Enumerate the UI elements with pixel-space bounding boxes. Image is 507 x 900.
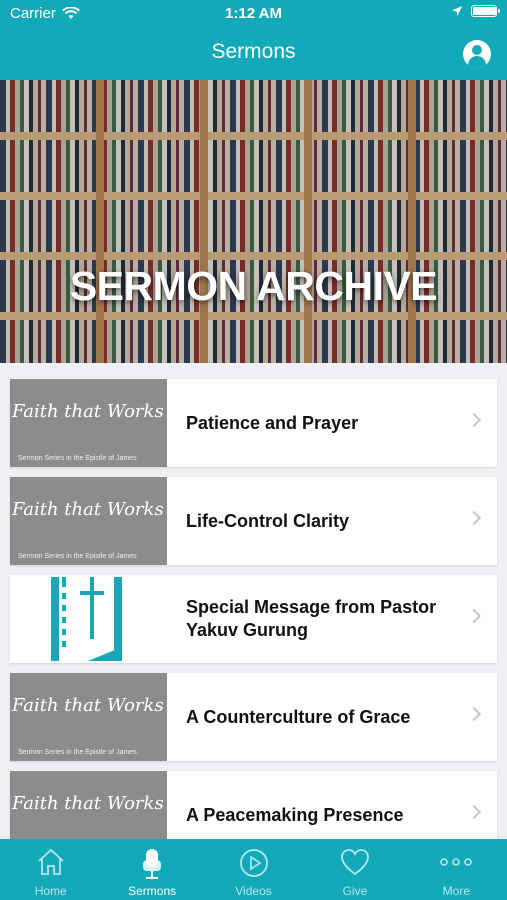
series-thumbnail: Faith that Works Sermon Series in the Ep… [10, 673, 167, 761]
more-icon [440, 858, 473, 866]
home-icon [38, 848, 64, 875]
status-time: 1:12 AM [225, 5, 282, 22]
sermon-item[interactable]: Faith that Works Sermon Series in the Ep… [10, 379, 497, 467]
play-icon [239, 849, 268, 877]
tab-label: Sermons [128, 884, 177, 898]
tab-give[interactable]: Give [304, 839, 405, 900]
sermon-title: Life-Control Clarity [186, 510, 350, 531]
sermon-title: Special Message from Pastor Yakuv Gurung [186, 597, 437, 640]
tab-bar: Home Sermons Videos Give More [0, 839, 507, 900]
sermon-item[interactable]: Special Message from Pastor Yakuv Gurung [10, 575, 497, 663]
series-thumbnail: Faith that Works Sermon Series in the Ep… [10, 379, 167, 467]
hero-title: SERMON ARCHIVE [69, 263, 438, 309]
chevron-right-icon [466, 804, 482, 820]
top-bar: Carrier 1:12 AM Sermons [0, 0, 507, 80]
tab-home[interactable]: Home [0, 839, 101, 900]
series-thumbnail: Faith that Works Sermon Series in the Ep… [10, 477, 167, 565]
status-right [451, 5, 500, 17]
church-logo-thumbnail [10, 575, 167, 663]
chevron-right-icon [466, 608, 482, 624]
sermon-item[interactable]: Faith that Works Sermon Series in the Ep… [10, 673, 497, 761]
sermon-item[interactable]: Faith that Works Sermon Series in the Ep… [10, 477, 497, 565]
chevron-right-icon [466, 412, 482, 428]
location-arrow-icon [452, 6, 462, 16]
hero-banner: SERMON ARCHIVE [0, 80, 507, 363]
battery-icon [471, 5, 500, 17]
sermon-title: Patience and Prayer [186, 412, 359, 433]
microphone-icon [143, 849, 162, 879]
tab-sermons[interactable]: Sermons [101, 839, 202, 900]
sermon-list: Faith that Works Sermon Series in the Ep… [10, 379, 497, 869]
church-logo-icon [51, 577, 122, 661]
status-bar: Carrier 1:12 AM [0, 0, 507, 28]
tab-label: More [442, 884, 470, 898]
tab-label: Videos [235, 884, 272, 898]
heart-icon [341, 849, 369, 876]
tab-label: Give [342, 884, 368, 898]
chevron-right-icon [466, 510, 482, 526]
chevron-right-icon [466, 706, 482, 722]
tab-videos[interactable]: Videos [203, 839, 304, 900]
profile-icon[interactable] [463, 40, 491, 68]
page-title: Sermons [211, 40, 296, 63]
tab-label: Home [34, 884, 67, 898]
sermon-title: A Counterculture of Grace [186, 706, 411, 727]
tab-more[interactable]: More [406, 839, 507, 900]
